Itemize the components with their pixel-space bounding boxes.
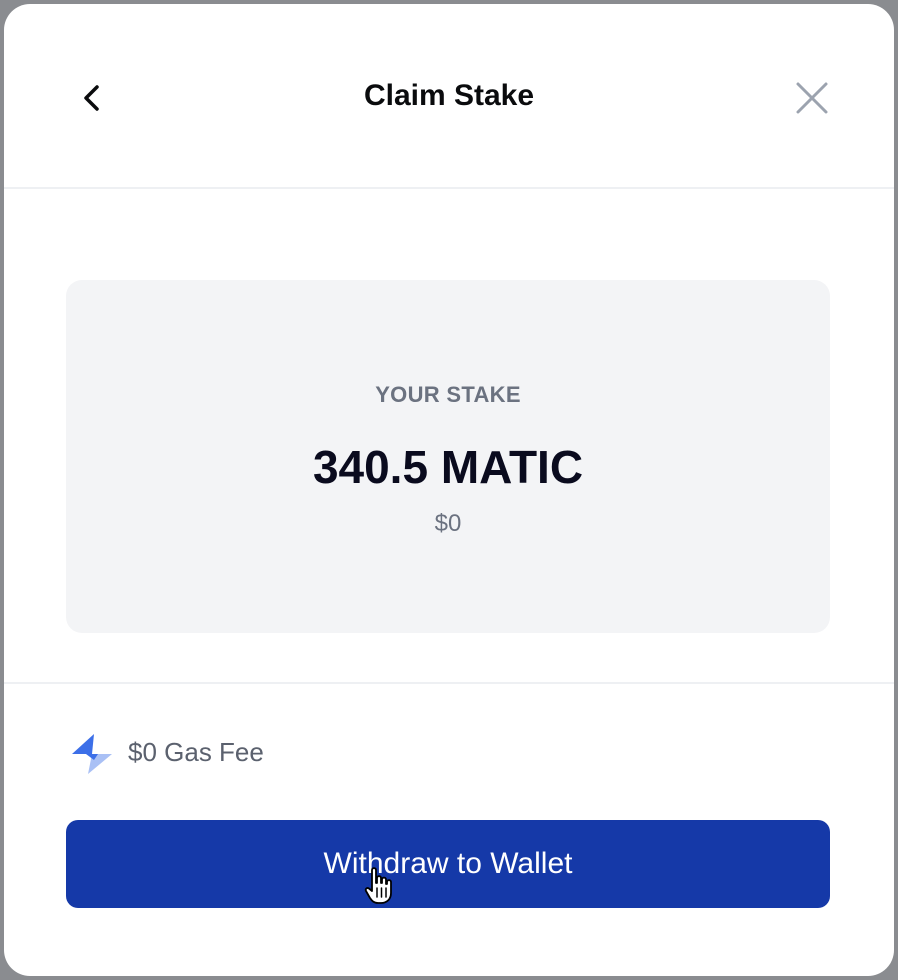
claim-stake-modal: Claim Stake YOUR STAKE 340.5 MATIC $0 $0… (4, 4, 894, 976)
withdraw-to-wallet-button[interactable]: Withdraw to Wallet (66, 820, 830, 908)
modal-header: Claim Stake (4, 4, 894, 189)
stake-amount: 340.5 MATIC (312, 441, 584, 493)
page-title: Claim Stake (363, 79, 535, 112)
gas-fee-row: $0 Gas Fee (68, 730, 264, 774)
hand-cursor-icon (364, 867, 392, 904)
gas-fee-text: $0 Gas Fee (128, 736, 264, 767)
stake-fiat-value: $0 (434, 510, 462, 537)
close-icon (796, 82, 828, 114)
close-button[interactable] (792, 78, 832, 118)
divider (4, 682, 894, 684)
stake-card: YOUR STAKE 340.5 MATIC $0 (66, 280, 830, 633)
stake-label: YOUR STAKE (375, 382, 521, 407)
lightning-icon (72, 734, 112, 774)
